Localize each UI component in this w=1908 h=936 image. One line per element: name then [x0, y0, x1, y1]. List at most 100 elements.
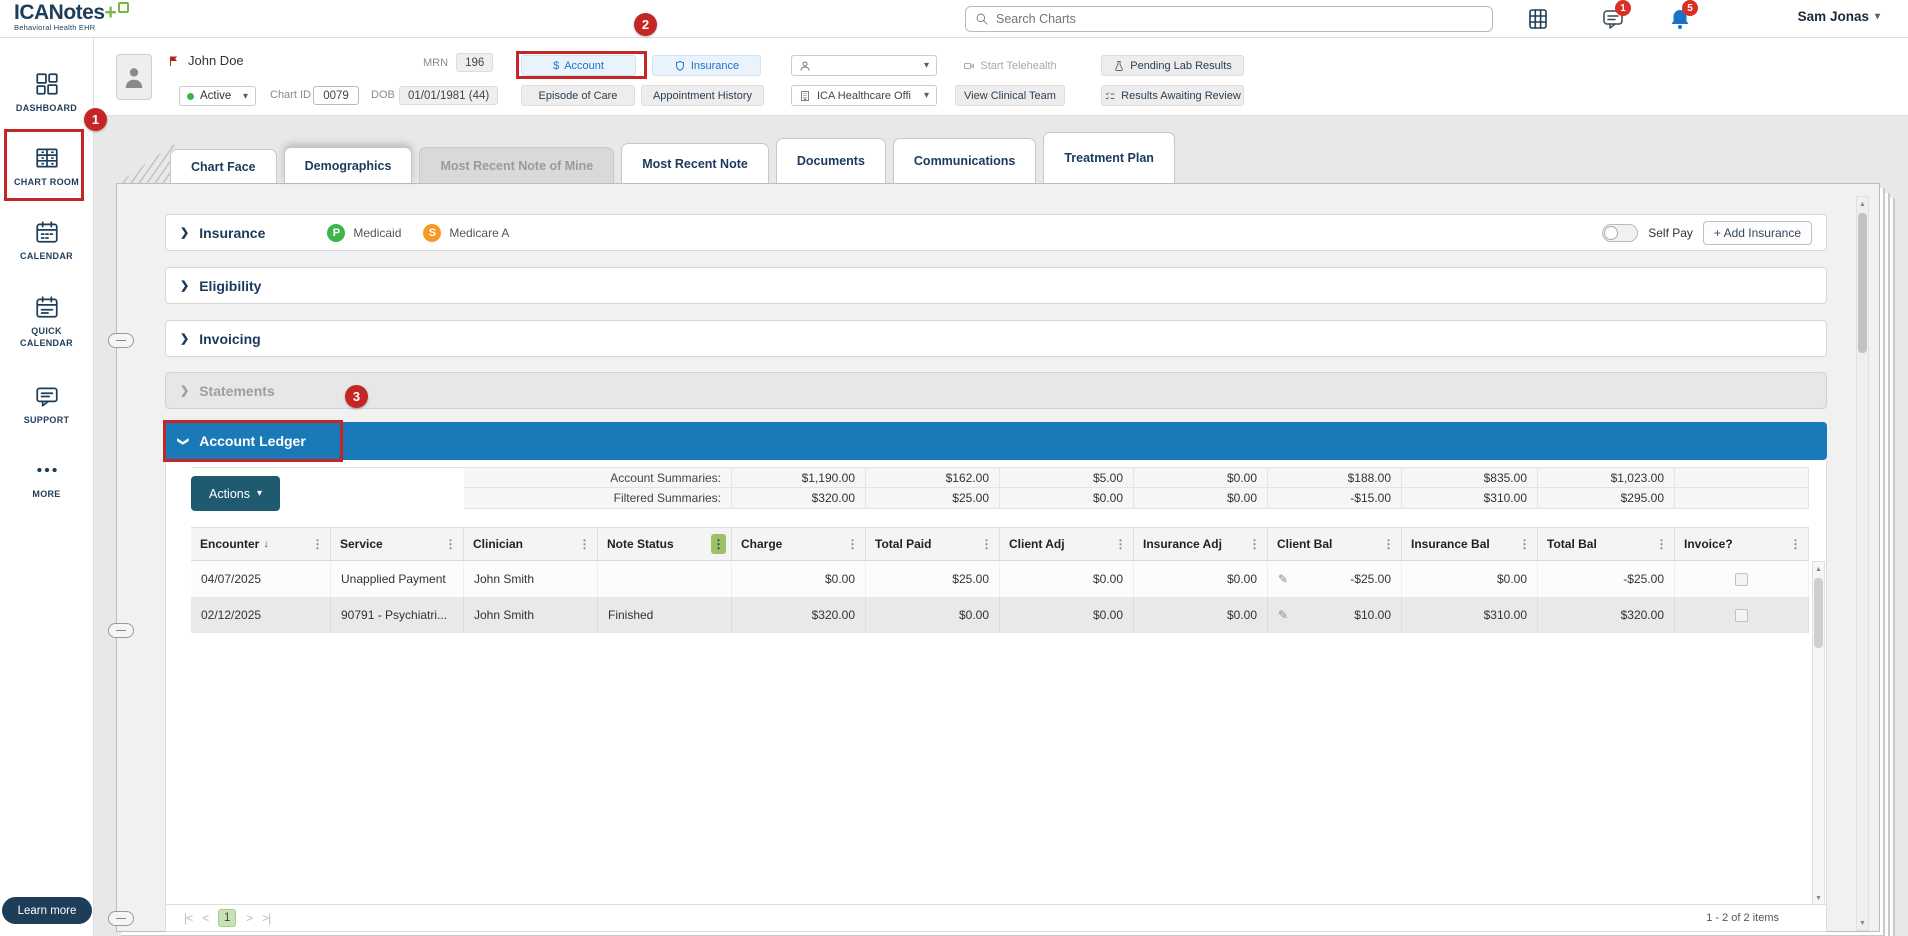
column-header-insurance-bal[interactable]: Insurance Bal ⋮ — [1402, 527, 1538, 561]
self-pay-toggle[interactable] — [1602, 223, 1639, 242]
actions-button[interactable]: Actions ▾ — [191, 476, 280, 511]
next-page-button[interactable]: > — [246, 911, 253, 925]
patient-status-select[interactable]: Active ▾ — [179, 86, 256, 106]
panel-collapse-handle[interactable] — [108, 911, 134, 926]
sidebar-item-chart-room[interactable]: CHART ROOM — [0, 130, 93, 204]
sidebar-item-support[interactable]: SUPPORT — [0, 366, 93, 444]
column-header-invoice[interactable]: Invoice? ⋮ — [1675, 527, 1809, 561]
edit-pencil-icon[interactable]: ✎ — [1278, 572, 1288, 586]
section-eligibility[interactable]: ❯ Eligibility — [165, 267, 1827, 304]
invoice-checkbox[interactable] — [1735, 608, 1748, 622]
view-clinical-team-button[interactable]: View Clinical Team — [955, 85, 1065, 106]
results-awaiting-review-button[interactable]: Results Awaiting Review — [1101, 85, 1244, 106]
cell-client-adj: $0.00 — [1000, 561, 1134, 597]
previous-page-button[interactable]: < — [202, 911, 209, 925]
sidebar-item-label: CALENDAR — [20, 251, 73, 262]
column-header-client-bal[interactable]: Client Bal ⋮ — [1268, 527, 1402, 561]
sidebar-item-dashboard[interactable]: DASHBOARD — [0, 56, 93, 130]
tab-most-recent-note[interactable]: Most Recent Note — [621, 143, 769, 183]
section-account-ledger[interactable]: ❯ Account Ledger — [165, 422, 1827, 460]
column-header-note-status[interactable]: Note Status ⋮ — [598, 527, 732, 561]
column-header-encounter[interactable]: Encounter ↓ ⋮ — [191, 527, 331, 561]
appointment-history-button[interactable]: Appointment History — [641, 85, 764, 106]
pending-lab-results-label: Pending Lab Results — [1130, 59, 1232, 72]
summary-value: -$15.00 — [1268, 488, 1402, 509]
invoice-checkbox[interactable] — [1735, 572, 1748, 586]
sidebar-item-quick-calendar[interactable]: QUICK CALENDAR — [0, 278, 93, 366]
column-header-total-paid[interactable]: Total Paid ⋮ — [866, 527, 1000, 561]
last-page-button[interactable]: >| — [262, 911, 271, 925]
episode-of-care-button[interactable]: Episode of Care — [521, 85, 635, 106]
scrollbar-thumb[interactable] — [1858, 213, 1867, 353]
edit-pencil-icon[interactable]: ✎ — [1278, 608, 1288, 622]
column-menu-icon[interactable]: ⋮ — [1788, 534, 1803, 554]
scroll-down-icon[interactable]: ▼ — [1813, 891, 1824, 905]
scrollbar-thumb[interactable] — [1814, 578, 1823, 648]
column-menu-icon[interactable]: ⋮ — [577, 534, 592, 554]
column-menu-icon[interactable]: ⋮ — [1381, 534, 1396, 554]
column-label: Client Adj — [1009, 537, 1065, 551]
scroll-up-icon[interactable]: ▲ — [1857, 197, 1868, 211]
learn-more-button[interactable]: Learn more — [2, 897, 92, 924]
page-scrollbar[interactable]: ▲ ▼ — [1856, 196, 1869, 931]
app-logo[interactable]: ICANotes+ Behavioral Health EHR — [14, 2, 129, 32]
table-row[interactable]: 04/07/2025 Unapplied Payment John Smith … — [191, 561, 1809, 597]
pending-lab-results-button[interactable]: Pending Lab Results — [1101, 55, 1244, 76]
column-menu-icon[interactable]: ⋮ — [310, 534, 325, 554]
column-menu-icon-filtered[interactable]: ⋮ — [711, 534, 726, 554]
column-header-total-bal[interactable]: Total Bal ⋮ — [1538, 527, 1675, 561]
apps-grid-icon[interactable] — [1526, 7, 1550, 31]
section-insurance[interactable]: ❯ Insurance P Medicaid S Medicare A Self… — [165, 214, 1827, 251]
quick-calendar-icon — [35, 296, 58, 318]
section-title: Eligibility — [199, 277, 262, 294]
add-insurance-button[interactable]: + Add Insurance — [1702, 220, 1812, 245]
column-label: Invoice? — [1684, 537, 1733, 551]
current-page-button[interactable]: 1 — [218, 909, 237, 927]
column-menu-icon[interactable]: ⋮ — [1113, 534, 1128, 554]
column-header-insurance-adj[interactable]: Insurance Adj ⋮ — [1134, 527, 1268, 561]
sidebar-item-more[interactable]: MORE — [0, 444, 93, 514]
column-menu-icon[interactable]: ⋮ — [1517, 534, 1532, 554]
cell-client-bal: ✎ $10.00 — [1268, 597, 1402, 633]
search-input[interactable] — [996, 12, 1483, 26]
tab-treatment-plan[interactable]: Treatment Plan — [1043, 132, 1175, 183]
annotation-badge-1: 1 — [84, 108, 107, 131]
sidebar-item-calendar[interactable]: CALENDAR — [0, 204, 93, 278]
table-scrollbar[interactable]: ▲ ▼ — [1812, 561, 1825, 906]
column-label: Client Bal — [1277, 537, 1333, 551]
column-menu-icon[interactable]: ⋮ — [1654, 534, 1669, 554]
column-menu-icon[interactable]: ⋮ — [845, 534, 860, 554]
flag-icon[interactable] — [168, 55, 180, 67]
table-row[interactable]: 02/12/2025 90791 - Psychiatri... John Sm… — [191, 597, 1809, 633]
sidebar-item-label: CHART ROOM — [14, 177, 79, 188]
annotation-badge-2: 2 — [634, 13, 657, 36]
patient-avatar[interactable] — [116, 54, 152, 100]
insurance-button[interactable]: Insurance — [652, 55, 761, 76]
logo-plus: + — [104, 1, 117, 24]
column-header-client-adj[interactable]: Client Adj ⋮ — [1000, 527, 1134, 561]
panel-collapse-handle[interactable] — [108, 333, 134, 348]
user-menu[interactable]: Sam Jonas ▾ — [1798, 9, 1880, 24]
column-menu-icon[interactable]: ⋮ — [443, 534, 458, 554]
column-header-charge[interactable]: Charge ⋮ — [732, 527, 866, 561]
tab-communications[interactable]: Communications — [892, 138, 1037, 183]
column-header-clinician[interactable]: Clinician ⋮ — [464, 527, 598, 561]
account-button[interactable]: $ Account — [521, 55, 636, 76]
chart-id-field[interactable]: 0079 — [313, 86, 359, 105]
tab-label: Treatment Plan — [1064, 151, 1154, 165]
panel-collapse-handle[interactable] — [108, 623, 134, 638]
column-header-service[interactable]: Service ⋮ — [331, 527, 464, 561]
column-menu-icon[interactable]: ⋮ — [979, 534, 994, 554]
tab-chart-face[interactable]: Chart Face — [170, 149, 277, 183]
office-select[interactable]: ICA Healthcare Offi ▾ — [791, 85, 937, 106]
tab-demographics[interactable]: Demographics — [283, 147, 413, 183]
clinician-select[interactable]: ▾ — [791, 55, 937, 76]
mrn-label: MRN — [423, 56, 449, 69]
scroll-up-icon[interactable]: ▲ — [1813, 562, 1824, 576]
column-menu-icon[interactable]: ⋮ — [1247, 534, 1262, 554]
video-camera-icon — [964, 62, 975, 69]
section-invoicing[interactable]: ❯ Invoicing — [165, 320, 1827, 357]
scroll-down-icon[interactable]: ▼ — [1857, 916, 1868, 930]
tab-documents[interactable]: Documents — [775, 138, 886, 183]
first-page-button[interactable]: |< — [184, 911, 193, 925]
